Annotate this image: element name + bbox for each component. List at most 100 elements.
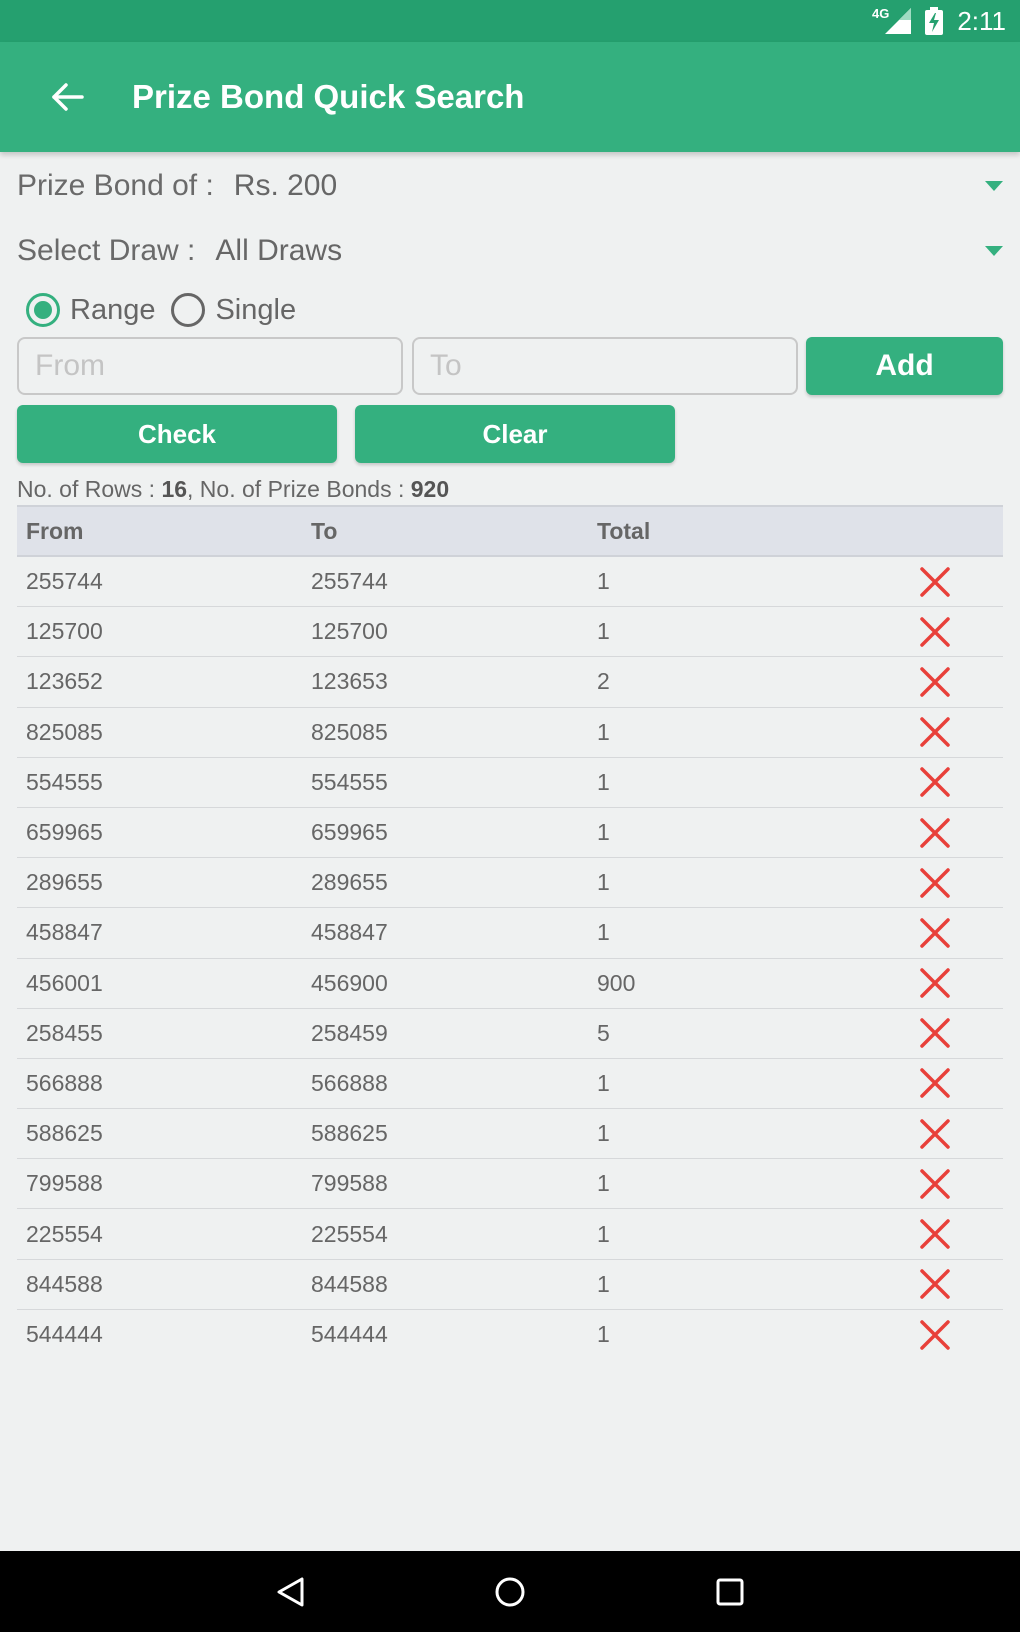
cell-to: 458847: [311, 919, 388, 946]
cell-from: 554555: [26, 768, 103, 795]
cell-total: 5: [597, 1019, 610, 1046]
table-row: 544444 544444 1: [17, 1310, 1003, 1360]
delete-row-button[interactable]: [919, 817, 951, 849]
table-row: 289655 289655 1: [17, 858, 1003, 909]
close-icon: [920, 1269, 950, 1299]
table-row: 458847 458847 1: [17, 908, 1003, 959]
header-total: Total: [597, 517, 651, 544]
cell-to: 258459: [311, 1019, 388, 1046]
navigation-bar: [0, 1551, 1020, 1632]
cell-from: 544444: [26, 1321, 103, 1348]
delete-row-button[interactable]: [919, 1017, 951, 1049]
delete-row-button[interactable]: [919, 917, 951, 949]
from-input[interactable]: [17, 337, 403, 395]
table-row: 123652 123653 2: [17, 657, 1003, 708]
nav-back-button[interactable]: [260, 1562, 320, 1622]
delete-row-button[interactable]: [919, 666, 951, 698]
cell-from: 659965: [26, 819, 103, 846]
cell-to: 566888: [311, 1069, 388, 1096]
clear-button[interactable]: Clear: [355, 405, 675, 463]
cell-to: 799588: [311, 1170, 388, 1197]
cell-to: 844588: [311, 1270, 388, 1297]
cell-total: 1: [597, 919, 610, 946]
delete-row-button[interactable]: [919, 616, 951, 648]
delete-row-button[interactable]: [919, 967, 951, 999]
mode-radio-group: Range Single: [26, 290, 312, 330]
status-bar: 4G 2:11: [0, 0, 1020, 42]
close-icon: [920, 566, 950, 597]
table-row: 659965 659965 1: [17, 808, 1003, 859]
cell-total: 2: [597, 668, 610, 695]
cell-total: 1: [597, 1321, 610, 1348]
table-row: 456001 456900 900: [17, 959, 1003, 1009]
cell-total: 1: [597, 1120, 610, 1147]
prize-bond-label: Prize Bond of :: [17, 169, 214, 202]
close-icon: [920, 767, 950, 798]
cell-to: 456900: [311, 969, 388, 996]
single-radio-label[interactable]: Single: [215, 294, 296, 327]
prize-bond-select[interactable]: Prize Bond of : Rs. 200: [17, 161, 1003, 211]
cell-total: 1: [597, 718, 610, 745]
delete-row-button[interactable]: [919, 867, 951, 899]
close-icon: [920, 1118, 950, 1149]
nav-recents-button[interactable]: [700, 1562, 760, 1622]
cell-total: 1: [597, 568, 610, 595]
check-button[interactable]: Check: [17, 405, 337, 463]
table-row: 258455 258459 5: [17, 1009, 1003, 1059]
close-icon: [920, 1219, 950, 1249]
draw-label: Select Draw :: [17, 234, 196, 267]
cell-total: 1: [597, 1069, 610, 1096]
add-button[interactable]: Add: [806, 337, 1003, 395]
delete-row-button[interactable]: [919, 1268, 951, 1300]
table-row: 566888 566888 1: [17, 1059, 1003, 1110]
cell-to: 255744: [311, 568, 388, 595]
delete-row-button[interactable]: [919, 1118, 951, 1150]
close-icon: [920, 1018, 950, 1049]
nav-home-button[interactable]: [480, 1562, 540, 1622]
cell-total: 1: [597, 1270, 610, 1297]
summary-text: No. of Rows : 16, No. of Prize Bonds : 9…: [17, 476, 449, 503]
close-icon: [920, 817, 950, 848]
draw-select[interactable]: Select Draw : All Draws: [17, 226, 1003, 276]
cell-total: 1: [597, 618, 610, 645]
table-row: 255744 255744 1: [17, 557, 1003, 608]
delete-row-button[interactable]: [919, 1319, 951, 1351]
table-row: 825085 825085 1: [17, 708, 1003, 758]
cell-from: 588625: [26, 1120, 103, 1147]
prize-bond-value: Rs. 200: [233, 169, 338, 202]
draw-value: All Draws: [215, 234, 343, 267]
back-button[interactable]: [40, 69, 96, 125]
radio-dot: [34, 301, 52, 319]
cell-from: 255744: [26, 568, 103, 595]
delete-row-button[interactable]: [919, 1218, 951, 1250]
close-icon: [920, 717, 950, 747]
cell-total: 900: [597, 969, 636, 996]
delete-row-button[interactable]: [919, 716, 951, 748]
nav-back-icon: [277, 1577, 304, 1606]
cell-from: 258455: [26, 1019, 103, 1046]
delete-row-button[interactable]: [919, 766, 951, 798]
cell-to: 659965: [311, 819, 388, 846]
delete-row-button[interactable]: [919, 1067, 951, 1099]
signal-indicator: 4G: [872, 6, 912, 34]
cell-from: 458847: [26, 919, 103, 946]
range-radio[interactable]: [26, 293, 60, 327]
cell-to: 289655: [311, 869, 388, 896]
delete-row-button[interactable]: [919, 1168, 951, 1200]
table-row: 554555 554555 1: [17, 758, 1003, 808]
nav-home-icon: [495, 1577, 525, 1606]
close-icon: [920, 1068, 950, 1099]
table-row: 799588 799588 1: [17, 1159, 1003, 1210]
to-input[interactable]: [412, 337, 798, 395]
single-radio[interactable]: [171, 293, 206, 327]
close-icon: [920, 968, 950, 998]
range-radio-label[interactable]: Range: [70, 294, 155, 327]
cell-total: 1: [597, 869, 610, 896]
close-icon: [920, 1169, 950, 1199]
cell-to: 123653: [311, 668, 388, 695]
dropdown-caret-icon: [985, 246, 1003, 256]
cell-to: 588625: [311, 1120, 388, 1147]
rows-label: No. of Rows :: [17, 476, 156, 502]
delete-row-button[interactable]: [919, 566, 951, 598]
battery-charging-icon: [925, 7, 944, 35]
